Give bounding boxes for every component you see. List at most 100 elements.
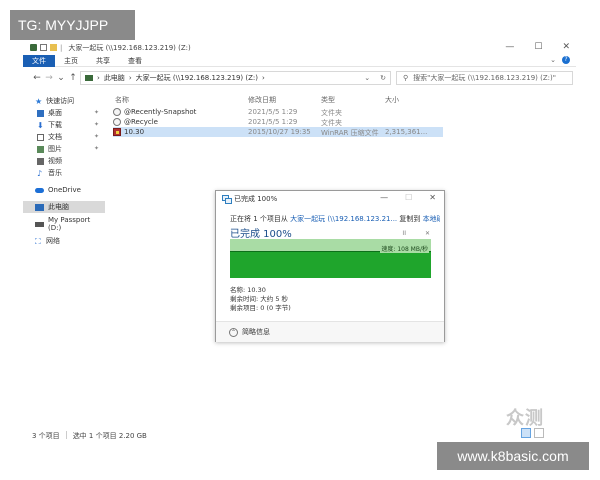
drive-icon bbox=[30, 44, 37, 51]
sidebar-item-label: 快速访问 bbox=[46, 97, 75, 105]
breadcrumb-this-pc[interactable]: 此电脑 bbox=[104, 73, 125, 83]
cloud-icon bbox=[35, 187, 44, 193]
external-drive-icon bbox=[35, 221, 44, 227]
computer-icon bbox=[35, 203, 44, 211]
file-date: 2015/10/27 19:35 bbox=[248, 128, 311, 136]
address-bar[interactable]: › 此电脑 › 大家一起玩 (\\192.168.123.219) (Z:) ›… bbox=[80, 71, 391, 85]
copy-description: 正在将 1 个项目从 大家一起玩 (\\192.168.123.21... 复制… bbox=[230, 214, 440, 224]
chevron-up-icon[interactable]: ⌃ bbox=[229, 327, 238, 337]
properties-icon[interactable] bbox=[40, 44, 47, 51]
sidebar-item-videos[interactable]: 视频 bbox=[23, 155, 105, 167]
source-link[interactable]: 大家一起玩 (\\192.168.123.21... bbox=[290, 215, 397, 223]
address-dropdown-icon[interactable]: ⌄ bbox=[364, 74, 370, 82]
folder-icon bbox=[113, 108, 121, 116]
search-box[interactable]: ⚲ 搜索"大家一起玩 (\\192.168.123.219) (Z:)" bbox=[396, 71, 573, 85]
sidebar-item-network[interactable]: ⛶ 网络 bbox=[23, 235, 105, 247]
column-header-size[interactable]: 大小 bbox=[385, 95, 399, 105]
video-icon bbox=[37, 157, 44, 165]
toolbar-separator: | bbox=[60, 43, 63, 52]
progress-heading: 已完成 100% bbox=[230, 229, 292, 240]
winrar-archive-icon bbox=[113, 128, 121, 136]
destination-link[interactable]: 本地磁盘 (C:) bbox=[423, 215, 440, 223]
folder-icon bbox=[113, 118, 121, 126]
sidebar-item-label: 音乐 bbox=[48, 169, 62, 177]
progress-controls: II ✕ bbox=[402, 230, 430, 237]
watermark-bottom-right: www.k8basic.com bbox=[437, 442, 589, 470]
current-file-name: 名称: 10.30 bbox=[230, 286, 266, 294]
expand-ribbon-icon[interactable]: ⌄ bbox=[550, 56, 556, 64]
watermark-logo: 众测 bbox=[506, 408, 544, 429]
status-divider bbox=[65, 431, 67, 439]
breadcrumb-share[interactable]: 大家一起玩 (\\192.168.123.219) (Z:) bbox=[136, 73, 258, 83]
sidebar-item-pictures[interactable]: 图片 ✦ bbox=[23, 143, 105, 155]
crumb-sep: › bbox=[262, 74, 265, 82]
table-row[interactable]: 10.30 2015/10/27 19:35 WinRAR 压缩文件 2,315… bbox=[113, 127, 443, 137]
quick-access-toolbar: | bbox=[23, 44, 62, 52]
column-header-type[interactable]: 类型 bbox=[321, 95, 335, 105]
refresh-icon[interactable]: ↻ bbox=[380, 74, 386, 82]
close-button[interactable]: ✕ bbox=[562, 42, 570, 52]
document-icon bbox=[37, 133, 44, 141]
sidebar-item-quick-access[interactable]: ★ 快速访问 bbox=[23, 95, 105, 107]
tab-home[interactable]: 主页 bbox=[55, 55, 87, 67]
desktop-icon bbox=[37, 109, 44, 117]
sidebar-item-this-pc[interactable]: 此电脑 bbox=[23, 201, 105, 213]
file-size: 2,315,361... bbox=[385, 128, 428, 136]
minimize-button[interactable]: — bbox=[505, 42, 514, 52]
recent-locations-button[interactable]: ⌄ bbox=[55, 73, 67, 83]
picture-icon bbox=[37, 145, 44, 153]
file-date: 2021/5/5 1:29 bbox=[248, 108, 298, 116]
pin-icon: ✦ bbox=[93, 121, 99, 128]
cancel-copy-button[interactable]: ✕ bbox=[425, 230, 430, 237]
star-icon: ★ bbox=[35, 96, 43, 106]
file-type: WinRAR 压缩文件 bbox=[321, 129, 379, 137]
window-controls: — ☐ ✕ bbox=[505, 42, 570, 52]
window-title: 大家一起玩 (\\192.168.123.219) (Z:) bbox=[68, 43, 191, 52]
maximize-button[interactable]: ☐ bbox=[534, 42, 542, 52]
sidebar-item-label: 视频 bbox=[48, 157, 62, 165]
search-input[interactable]: 搜索"大家一起玩 (\\192.168.123.219) (Z:)" bbox=[413, 73, 556, 83]
forward-button[interactable]: → bbox=[43, 73, 55, 83]
sidebar-item-label: 此电脑 bbox=[48, 203, 69, 211]
copy-icon bbox=[222, 195, 232, 204]
table-row[interactable]: @Recently-Snapshot 2021/5/5 1:29 文件夹 bbox=[113, 107, 443, 117]
sidebar-item-documents[interactable]: 文档 ✦ bbox=[23, 131, 105, 143]
items-remaining: 剩余项目: 0 (0 字节) bbox=[230, 304, 291, 312]
dialog-close-button[interactable]: ✕ bbox=[429, 193, 436, 202]
sidebar-item-label: 文档 bbox=[48, 133, 62, 141]
file-date: 2021/5/5 1:29 bbox=[248, 118, 298, 126]
table-row[interactable]: @Recycle 2021/5/5 1:29 文件夹 bbox=[113, 117, 443, 127]
sidebar-item-my-passport[interactable]: My Passport (D:) bbox=[23, 216, 105, 232]
pause-button[interactable]: II bbox=[402, 230, 406, 237]
ribbon-right: ⌄ ? bbox=[550, 56, 570, 64]
dialog-minimize-button[interactable]: — bbox=[380, 193, 388, 202]
help-icon[interactable]: ? bbox=[562, 56, 570, 64]
music-icon: ♪ bbox=[37, 168, 43, 178]
sidebar-item-desktop[interactable]: 桌面 ✦ bbox=[23, 107, 105, 119]
less-details-button[interactable]: 简略信息 bbox=[242, 327, 270, 337]
sidebar-item-label: 图片 bbox=[48, 145, 62, 153]
sidebar-item-label: 桌面 bbox=[48, 109, 62, 117]
dialog-title-bar: 已完成 100% — ☐ ✕ bbox=[216, 191, 444, 207]
new-folder-icon[interactable] bbox=[50, 44, 57, 51]
sidebar-item-label: OneDrive bbox=[48, 186, 81, 194]
sidebar-item-music[interactable]: ♪ 音乐 bbox=[23, 167, 105, 179]
title-bar: | 大家一起玩 (\\192.168.123.219) (Z:) — ☐ ✕ bbox=[23, 40, 576, 55]
column-header-name[interactable]: 名称 bbox=[115, 95, 129, 105]
time-remaining: 剩余时间: 大约 5 秒 bbox=[230, 295, 289, 303]
up-button[interactable]: ↑ bbox=[67, 73, 79, 83]
file-list: 名称 修改日期 类型 大小 @Recently-Snapshot 2021/5/… bbox=[113, 95, 443, 137]
file-name: 10.30 bbox=[124, 128, 145, 136]
crumb-sep: › bbox=[97, 74, 100, 82]
sidebar-item-downloads[interactable]: ⬇ 下载 ✦ bbox=[23, 119, 105, 131]
file-name: @Recycle bbox=[124, 118, 158, 126]
tab-share[interactable]: 共享 bbox=[87, 55, 119, 67]
copy-progress-dialog: 已完成 100% — ☐ ✕ 正在将 1 个项目从 大家一起玩 (\\192.1… bbox=[215, 190, 445, 342]
selection-info: 选中 1 个项目 2.20 GB bbox=[72, 432, 147, 440]
tab-file[interactable]: 文件 bbox=[23, 54, 55, 67]
sidebar-item-onedrive[interactable]: OneDrive bbox=[23, 184, 105, 196]
tab-view[interactable]: 查看 bbox=[119, 55, 151, 67]
search-icon: ⚲ bbox=[403, 74, 409, 82]
back-button[interactable]: ← bbox=[31, 73, 43, 83]
column-header-date[interactable]: 修改日期 bbox=[248, 95, 276, 105]
